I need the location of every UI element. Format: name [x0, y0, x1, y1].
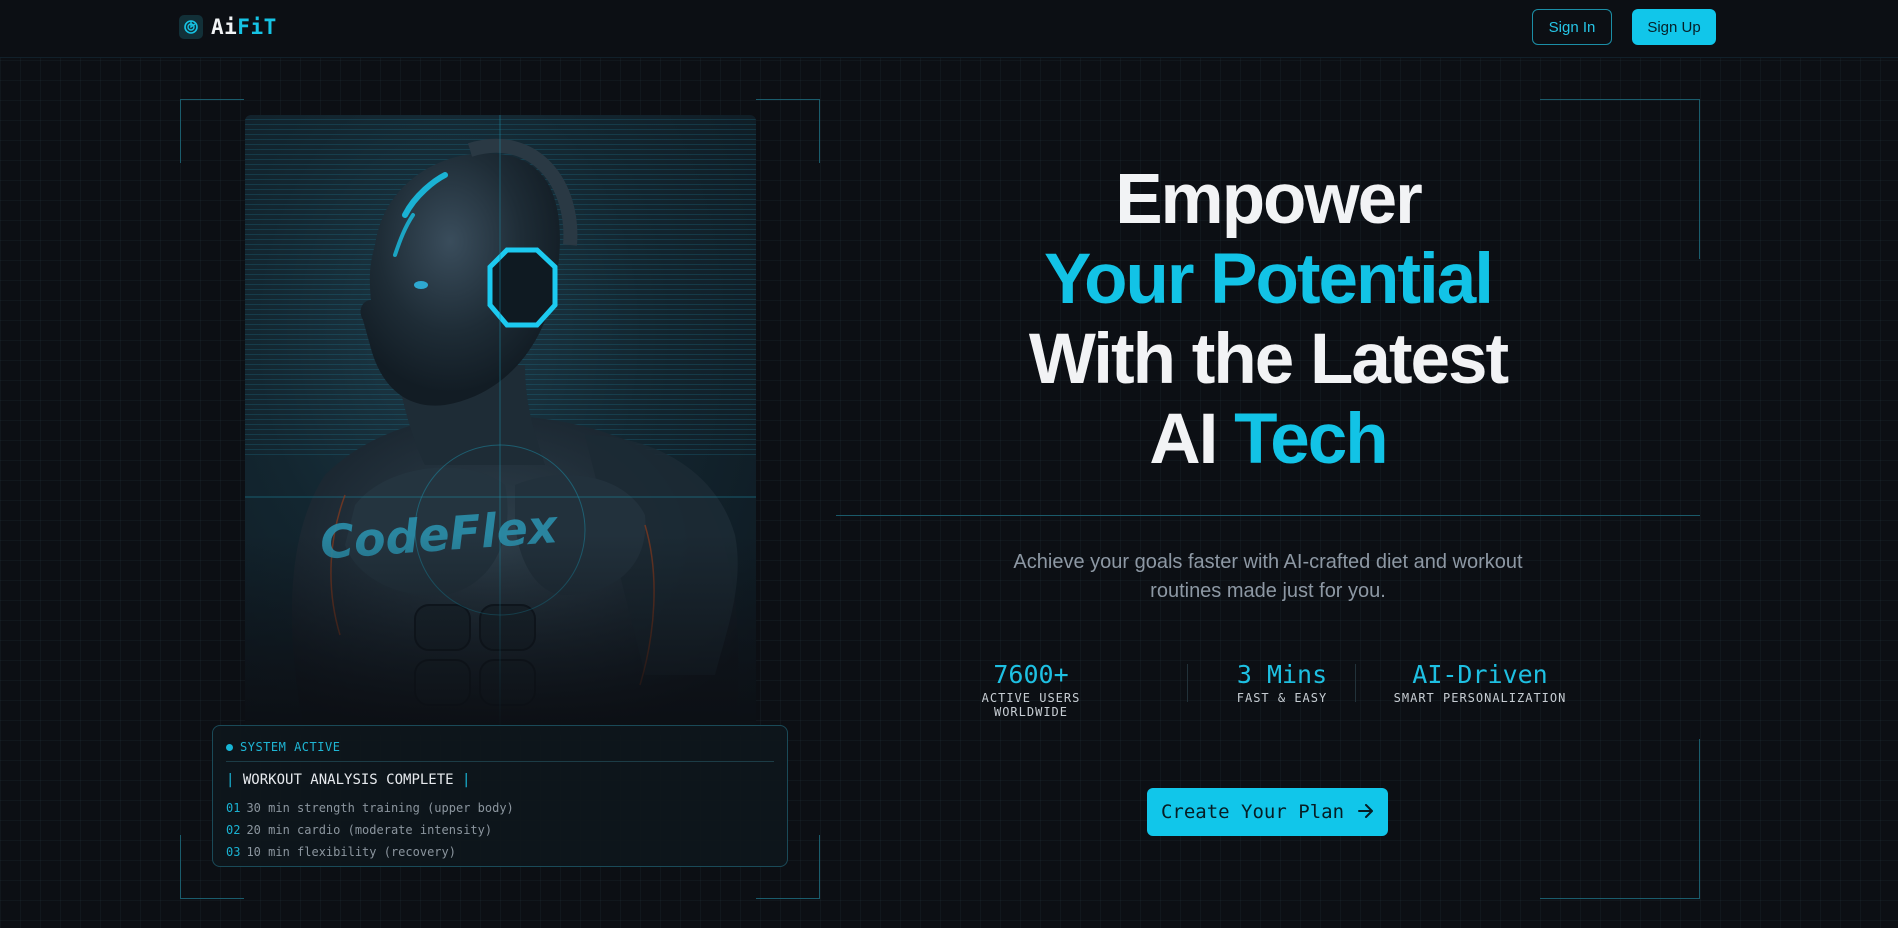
headline-line-4-accent: Tech: [1234, 400, 1388, 479]
frame-corner-top-right: [756, 99, 820, 163]
headline-line-4-plain: AI: [1149, 400, 1218, 479]
brand-name: AiFiT: [211, 15, 277, 39]
analysis-title-text: WORKOUT ANALYSIS COMPLETE: [242, 772, 454, 788]
workout-item: 02 20 min cardio (moderate intensity): [226, 819, 774, 841]
stat-ai: AI-Driven SMART PERSONALIZATION: [1392, 660, 1568, 705]
stat-value: AI-Driven: [1412, 660, 1548, 689]
title-bar-left: |: [226, 772, 235, 788]
workout-item-text: 20 min cardio (moderate intensity): [246, 823, 493, 837]
workout-item-text: 10 min flexibility (recovery): [246, 845, 456, 859]
create-plan-button[interactable]: Create Your Plan: [1147, 788, 1388, 836]
title-bar-right: |: [462, 772, 471, 788]
workout-item-number: 02: [226, 823, 241, 837]
hero-image: CodeFlex: [245, 115, 756, 735]
brand-name-fit: FiT: [237, 15, 277, 39]
stats-row: 7600+ ACTIVE USERS WORLDWIDE 3 Mins FAST…: [962, 660, 1574, 719]
sign-up-button[interactable]: Sign Up: [1632, 9, 1716, 45]
headline-line-2: Your Potential: [1044, 240, 1494, 319]
top-navbar: AiFiT Sign In Sign Up: [0, 0, 1898, 58]
frame-corner-bottom-right-2: [1540, 739, 1700, 899]
create-plan-label: Create Your Plan: [1160, 801, 1345, 823]
headline-divider: [836, 515, 1700, 516]
brand-logo-icon: [179, 15, 203, 39]
stat-label: FAST & EASY: [1236, 691, 1328, 705]
workout-item-number: 01: [226, 801, 241, 815]
stat-users: 7600+ ACTIVE USERS WORLDWIDE: [962, 660, 1100, 719]
brand-name-ai: Ai: [211, 15, 238, 39]
sign-in-button[interactable]: Sign In: [1532, 9, 1612, 45]
workout-item: 03 10 min flexibility (recovery): [226, 841, 774, 863]
hero-subtitle: Achieve your goals faster with AI-crafte…: [1013, 551, 1523, 602]
stat-label: SMART PERSONALIZATION: [1393, 691, 1567, 705]
stat-speed: 3 Mins FAST & EASY: [1220, 660, 1344, 705]
analysis-title: | WORKOUT ANALYSIS COMPLETE |: [226, 772, 774, 788]
image-fade: [245, 535, 756, 735]
system-status-card: SYSTEM ACTIVE | WORKOUT ANALYSIS COMPLET…: [212, 725, 788, 867]
brand-logo[interactable]: AiFiT: [179, 14, 277, 40]
system-status-text: SYSTEM ACTIVE: [240, 740, 341, 754]
workout-item: 01 30 min strength training (upper body): [226, 797, 774, 819]
headline-line-1: Empower: [1115, 160, 1423, 239]
headline-line-4: AI Tech: [836, 400, 1700, 480]
stat-label: ACTIVE USERS WORLDWIDE: [981, 691, 1081, 719]
system-status-header: SYSTEM ACTIVE: [226, 740, 774, 762]
hero-headline: Empower Your Potential With the Latest A…: [836, 160, 1700, 480]
arrow-right-icon: [1358, 801, 1374, 823]
workout-item-number: 03: [226, 845, 241, 859]
stat-value: 3 Mins: [1236, 660, 1328, 689]
stat-separator: [1187, 664, 1188, 702]
stat-separator: [1355, 664, 1356, 702]
frame-corner-top-left: [180, 99, 244, 163]
headline-line-3: With the Latest: [1028, 320, 1509, 399]
workout-list: 01 30 min strength training (upper body) …: [226, 797, 774, 863]
workout-item-text: 30 min strength training (upper body): [246, 801, 514, 815]
status-dot-icon: [226, 743, 233, 751]
stat-value: 7600+: [993, 660, 1069, 689]
